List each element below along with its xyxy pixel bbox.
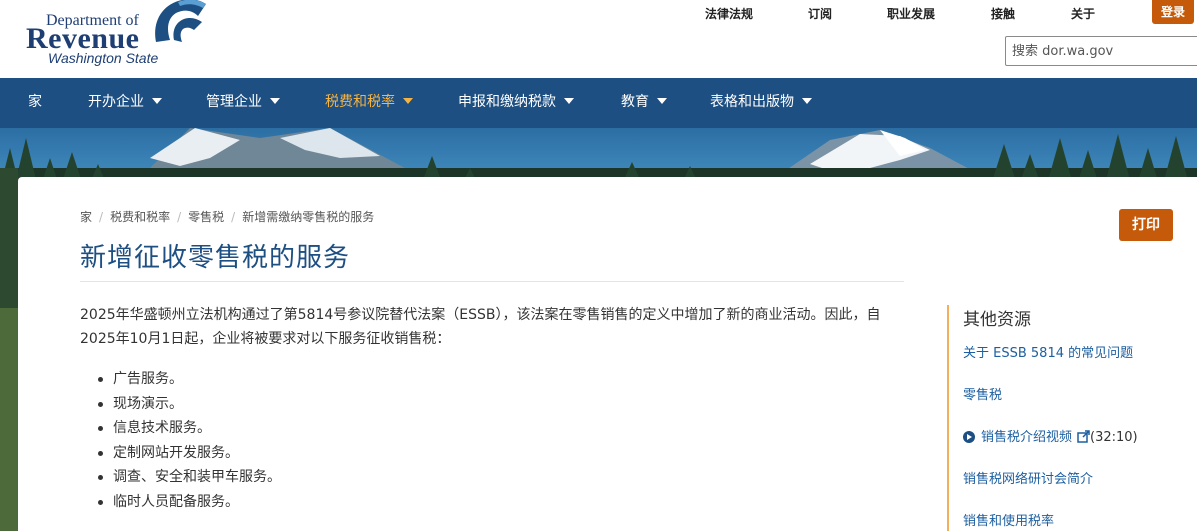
breadcrumb-separator: / <box>231 210 236 224</box>
search-input[interactable] <box>1005 36 1197 66</box>
content-card: 家 / 税费和税率 / 零售税 / 新增需缴纳零售税的服务 打印 新增征收零售税的服务 20… <box>18 177 1197 531</box>
breadcrumb: 家 / 税费和税率 / 零售税 / 新增需缴纳零售税的服务 <box>80 208 374 225</box>
nav-item-file-pay-label: 申报和缴纳税款 <box>458 94 556 110</box>
play-icon <box>963 430 975 443</box>
main-nav: 家 开办企业 管理企业 税费和税率 申报和缴纳税款 教育 表格和出版物 <box>0 78 1197 128</box>
util-link-careers[interactable]: 职业发展 <box>887 5 935 22</box>
list-item: 现场演示。 <box>98 392 281 417</box>
breadcrumb-home[interactable]: 家 <box>80 210 92 224</box>
chevron-down-icon <box>403 98 413 104</box>
sidebar-title: 其他资源 <box>963 310 1031 330</box>
chevron-down-icon <box>657 98 667 104</box>
list-item: 定制网站开发服务。 <box>98 441 281 466</box>
sidebar-link-video-label: 销售税介绍视频 <box>981 430 1073 445</box>
login-button[interactable]: 登录 <box>1152 0 1194 24</box>
chevron-down-icon <box>564 98 574 104</box>
sidebar-link-essb-faq[interactable]: 关于 ESSB 5814 的常见问题 <box>963 342 1133 361</box>
util-link-about[interactable]: 关于 <box>1071 5 1095 22</box>
nav-item-education[interactable]: 教育 <box>621 78 667 128</box>
nav-item-forms-pubs[interactable]: 表格和出版物 <box>710 78 812 128</box>
util-link-subscribe[interactable]: 订阅 <box>808 5 832 22</box>
breadcrumb-retail-sales-tax[interactable]: 零售税 <box>188 210 224 224</box>
additional-resources-sidebar: 其他资源 关于 ESSB 5814 的常见问题 零售税 销售税介绍视频 (32:1… <box>947 305 1177 531</box>
nav-item-manage-business-label: 管理企业 <box>206 94 262 110</box>
intro-paragraph: 2025年华盛顿州立法机构通过了第5814号参议院替代法案（ESSB），该法案在… <box>80 307 881 347</box>
service-list: 广告服务。 现场演示。 信息技术服务。 定制网站开发服务。 调查、安全和装甲车服… <box>98 367 281 514</box>
logo-line-washington: Washington State <box>48 50 159 66</box>
nav-item-education-label: 教育 <box>621 94 649 110</box>
chevron-down-icon <box>270 98 280 104</box>
nav-item-manage-business[interactable]: 管理企业 <box>206 78 280 128</box>
video-duration: (32:10) <box>1090 430 1138 445</box>
list-item: 广告服务。 <box>98 367 281 392</box>
external-link-icon <box>1077 430 1090 443</box>
sidebar-link-tax-rates[interactable]: 销售和使用税率 <box>963 510 1054 529</box>
nav-item-forms-pubs-label: 表格和出版物 <box>710 94 794 110</box>
nav-item-home[interactable]: 家 <box>28 78 42 128</box>
sidebar-link-video[interactable]: 销售税介绍视频 (32:10) <box>963 426 1138 445</box>
chevron-down-icon <box>802 98 812 104</box>
print-button[interactable]: 打印 <box>1119 209 1173 241</box>
page-title: 新增征收零售税的服务 <box>80 243 351 273</box>
nav-item-start-business[interactable]: 开办企业 <box>88 78 162 128</box>
sidebar-link-retail-sales-tax[interactable]: 零售税 <box>963 384 1002 403</box>
dor-logo[interactable]: Department of Revenue Washington State <box>26 0 216 70</box>
list-item: 信息技术服务。 <box>98 416 281 441</box>
breadcrumb-separator: / <box>177 210 182 224</box>
title-divider <box>80 281 904 282</box>
nav-item-file-pay[interactable]: 申报和缴纳税款 <box>458 78 574 128</box>
dor-logo-mark-icon <box>155 0 206 42</box>
list-item: 调查、安全和装甲车服务。 <box>98 465 281 490</box>
breadcrumb-taxes-rates[interactable]: 税费和税率 <box>110 210 170 224</box>
nav-item-start-business-label: 开办企业 <box>88 94 144 110</box>
breadcrumb-current: 新增需缴纳零售税的服务 <box>242 210 375 224</box>
sidebar-link-webinar[interactable]: 销售税网络研讨会简介 <box>963 468 1093 487</box>
nav-item-home-label: 家 <box>28 94 42 110</box>
breadcrumb-separator: / <box>99 210 104 224</box>
list-item: 临时人员配备服务。 <box>98 490 281 515</box>
site-header: Department of Revenue Washington State 法… <box>0 0 1197 78</box>
chevron-down-icon <box>152 98 162 104</box>
nav-item-taxes-rates[interactable]: 税费和税率 <box>325 78 413 128</box>
util-link-laws[interactable]: 法律法规 <box>705 5 753 22</box>
nav-item-taxes-rates-label: 税费和税率 <box>325 94 395 110</box>
util-link-contact[interactable]: 接触 <box>991 5 1015 22</box>
